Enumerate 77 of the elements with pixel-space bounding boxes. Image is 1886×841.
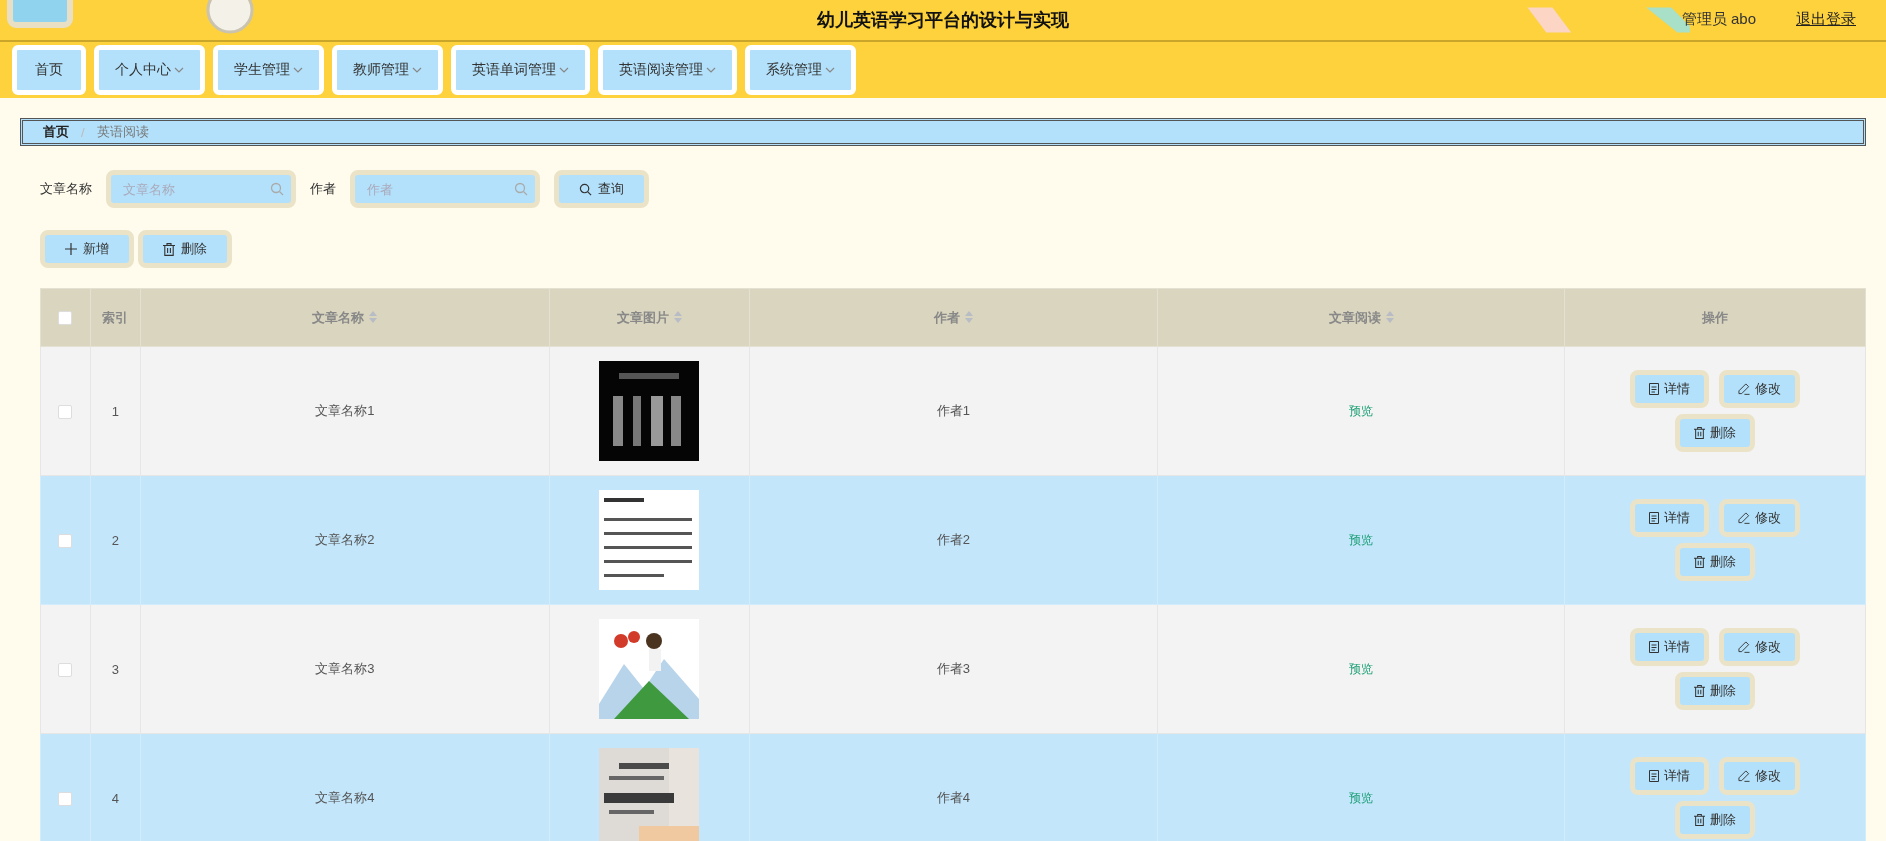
row-checkbox[interactable] xyxy=(58,791,73,806)
details-button[interactable]: 详情 xyxy=(1630,628,1709,666)
table-cell: 3 xyxy=(90,604,141,734)
table-cell: 作者1 xyxy=(749,346,1158,476)
delete-button[interactable]: 删除 xyxy=(1675,543,1755,581)
table-cell: 文章名称1 xyxy=(140,346,550,476)
document-icon xyxy=(1649,641,1659,653)
row-checkbox[interactable] xyxy=(58,533,73,548)
caret-icon xyxy=(174,67,184,73)
pencil-icon xyxy=(1738,770,1750,782)
logout-link[interactable]: 退出登录 xyxy=(1796,10,1856,29)
site-title: 幼儿英语学习平台的设计与实现 xyxy=(817,9,1069,32)
caret-icon xyxy=(559,67,569,73)
pencil-icon xyxy=(1738,641,1750,653)
pencil-icon xyxy=(1738,512,1750,524)
details-button[interactable]: 详情 xyxy=(1630,499,1709,537)
field-label: 文章名称 xyxy=(40,180,92,198)
column-header: 操作 xyxy=(1564,288,1866,347)
caret-icon xyxy=(825,67,835,73)
details-button[interactable]: 详情 xyxy=(1630,757,1709,795)
add-button[interactable]: 新增 xyxy=(40,230,134,268)
table-cell: 作者2 xyxy=(749,475,1158,605)
table-cell: 文章名称3 xyxy=(140,604,550,734)
caret-icon xyxy=(706,67,716,73)
caret-icon xyxy=(412,67,422,73)
table-cell: 2 xyxy=(90,475,141,605)
document-icon xyxy=(1649,383,1659,395)
delete-button[interactable]: 删除 xyxy=(138,230,232,268)
table-cell: 作者4 xyxy=(749,733,1158,841)
nav-menu-item[interactable]: 英语阅读管理 xyxy=(598,45,737,95)
nav-menu-item[interactable]: 英语单词管理 xyxy=(451,45,590,95)
user-name: 管理员 abo xyxy=(1681,10,1756,29)
sort-icon xyxy=(964,310,973,323)
document-icon xyxy=(1649,770,1659,782)
edit-button[interactable]: 修改 xyxy=(1719,370,1800,408)
trash-icon xyxy=(1694,427,1705,439)
table-cell: 作者3 xyxy=(749,604,1158,734)
search-icon xyxy=(514,182,528,196)
breadcrumb-separator: / xyxy=(81,124,85,140)
delete-button[interactable]: 删除 xyxy=(1675,801,1755,839)
row-checkbox[interactable] xyxy=(58,404,73,419)
table-cell: 1 xyxy=(90,346,141,476)
delete-button[interactable]: 删除 xyxy=(1675,672,1755,710)
pencil-icon xyxy=(1738,383,1750,395)
search-field[interactable]: 文章名称 xyxy=(106,170,296,208)
field-label: 作者 xyxy=(310,180,336,198)
table-cell: 4 xyxy=(90,733,141,841)
trash-icon xyxy=(1694,556,1705,568)
sort-icon xyxy=(369,310,378,323)
search-field[interactable]: 作者 xyxy=(350,170,540,208)
edit-button[interactable]: 修改 xyxy=(1719,499,1800,537)
search-icon xyxy=(270,182,284,196)
search-icon xyxy=(579,182,592,196)
delete-button[interactable]: 删除 xyxy=(1675,414,1755,452)
sort-icon xyxy=(1385,310,1394,323)
trash-icon xyxy=(1694,814,1705,826)
row-checkbox[interactable] xyxy=(58,662,73,677)
trash-icon xyxy=(163,242,175,256)
column-header: 索引 xyxy=(90,288,141,347)
nav-menu-item[interactable]: 首页 xyxy=(12,45,86,95)
nav-menu-item[interactable]: 学生管理 xyxy=(213,45,324,95)
document-icon xyxy=(1649,512,1659,524)
edit-button[interactable]: 修改 xyxy=(1719,757,1800,795)
trash-icon xyxy=(1694,685,1705,697)
table-cell: 文章名称4 xyxy=(140,733,550,841)
plus-icon xyxy=(65,243,77,255)
details-button[interactable]: 详情 xyxy=(1630,370,1709,408)
search-button[interactable]: 查询 xyxy=(554,170,649,208)
table-cell: 文章名称2 xyxy=(140,475,550,605)
edit-button[interactable]: 修改 xyxy=(1719,628,1800,666)
nav-menu-item[interactable]: 个人中心 xyxy=(94,45,205,95)
caret-icon xyxy=(293,67,303,73)
select-all-checkbox[interactable] xyxy=(58,311,73,326)
sort-icon xyxy=(673,310,682,323)
nav-menu-item[interactable]: 教师管理 xyxy=(332,45,443,95)
breadcrumb-link[interactable]: 首页 xyxy=(43,123,69,141)
nav-menu-item[interactable]: 系统管理 xyxy=(745,45,856,95)
